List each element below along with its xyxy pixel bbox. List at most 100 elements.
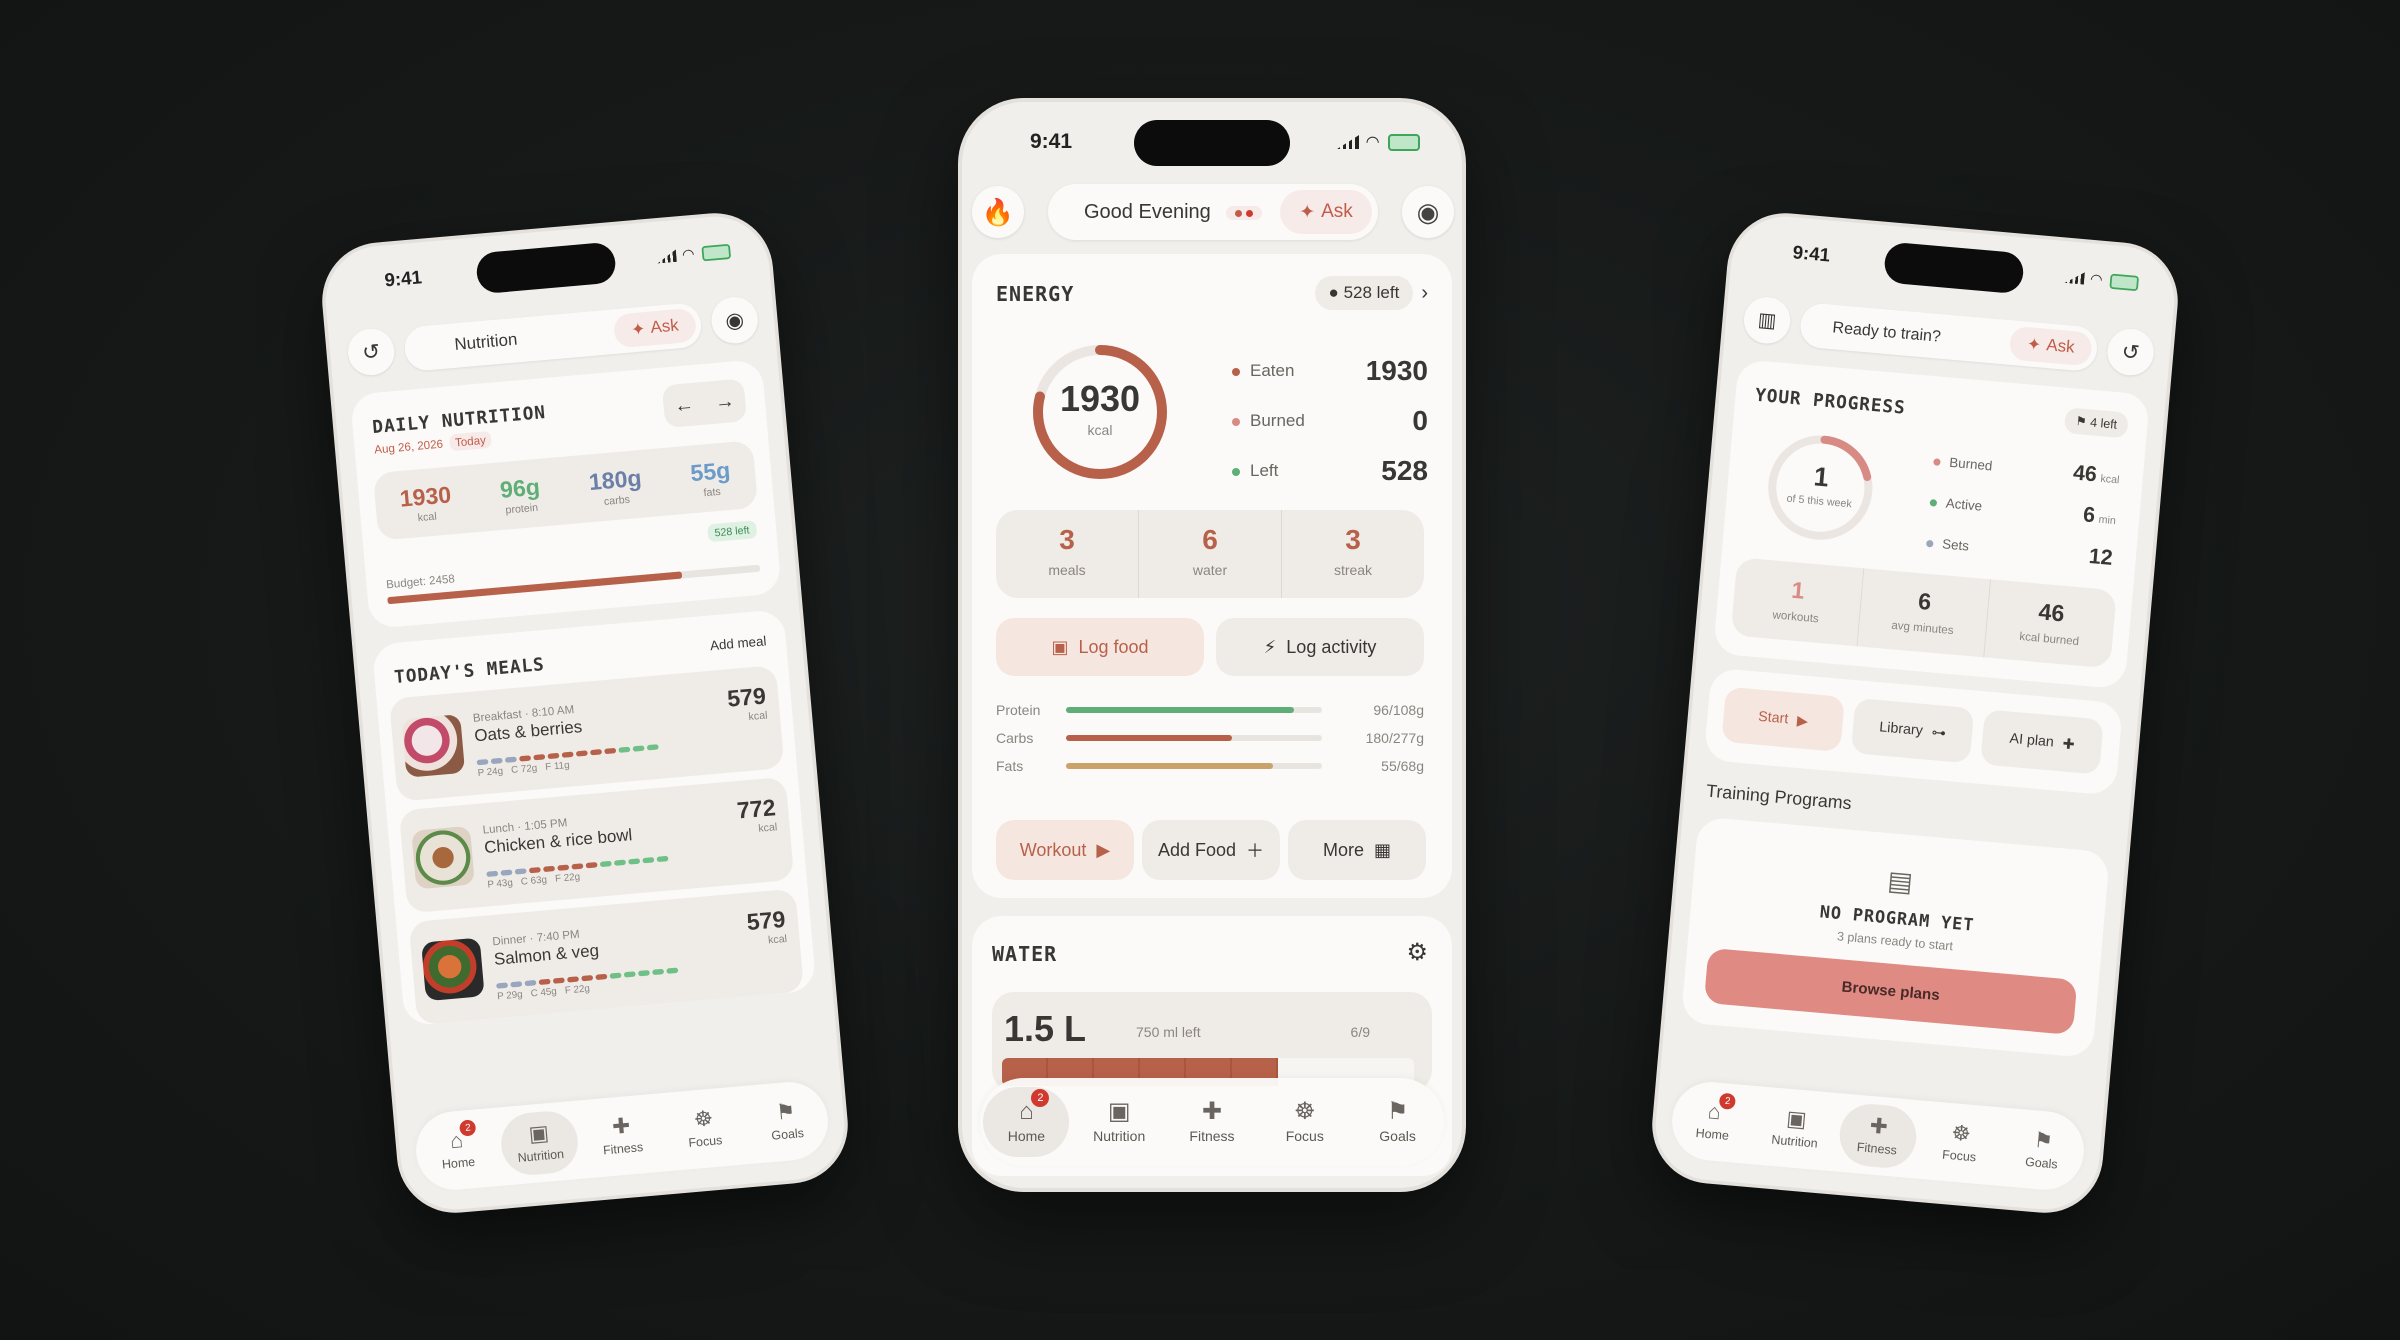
plus-icon: ＋ [1246,841,1265,861]
greeting: Good Evening [1084,201,1211,223]
status-dots [1226,206,1262,220]
workout-button[interactable]: Workout ▶ [996,820,1134,880]
nav-nutrition[interactable]: ▣ Nutrition [1755,1094,1837,1163]
header-pill: Good Evening ✦ Ask [1048,184,1378,240]
meal-kcal-unit: kcal [767,932,788,947]
dynamic-island [1882,241,2025,295]
nav-goals[interactable]: ⚑ Goals [746,1087,828,1156]
nutrition-icon: ▣ [527,1120,551,1147]
next-day-arrow-icon[interactable]: → [714,389,736,414]
gear-icon[interactable]: ⚙ [1406,938,1428,967]
nav-nutrition[interactable]: ▣ Nutrition [1076,1087,1162,1157]
history-icon: ↺ [2120,339,2141,365]
more-button[interactable]: More ▦ [1288,820,1426,880]
water-amount: 1.5 L [1004,1008,1087,1049]
header-title: Ready to train? [1831,318,1942,346]
programs-card: ▤ NO PROGRAM YET 3 plans ready to start … [1680,816,2111,1059]
stat-avg-minutes: 6 avg minutes [1857,568,1992,658]
header-pill: Nutrition ✦ Ask [402,301,704,373]
energy-stats: 3 meals 6 water 3 streak [996,510,1424,598]
nav-home[interactable]: 2 ⌂ Home [417,1116,499,1185]
date-nav: ← → [661,378,748,429]
add-meal-link[interactable]: Add meal [709,634,767,654]
progress-card: YOUR PROGRESS ⚑ 4 left 1 of 5 this week … [1712,358,2151,690]
library-button[interactable]: Library ⊶ [1850,697,1975,764]
battery-icon [2109,273,2140,291]
header-pill: Ready to train? ✦ Ask [1798,302,2099,373]
flag-icon: ⚑ [1386,1098,1409,1125]
aperture-icon: ◉ [724,307,746,333]
meditation-icon: ☸ [1950,1120,1972,1147]
burned-row: Burned 0 [1232,396,1428,446]
nav-focus[interactable]: ☸ Focus [1919,1109,2001,1178]
nav-fitness[interactable]: ✚ Fitness [581,1102,663,1171]
chicken-rice-photo [411,825,475,890]
battery-icon [701,243,732,261]
ask-button[interactable]: ✦ Ask [1280,190,1372,234]
meal-item[interactable]: Dinner · 7:40 PM Salmon & veg P 29g C 45… [408,888,805,1026]
daily-nutrition-card: DAILY NUTRITION Aug 26, 2026 Today ← → 19… [349,358,782,630]
battery-icon [1388,133,1420,151]
status-icons: ◠ [2064,268,2140,292]
play-icon: ▶ [1796,713,1809,730]
bar-chart-icon: ▥ [1756,308,1778,332]
log-activity-button[interactable]: ⚡ Log activity [1216,618,1424,676]
stat-streak: 3 streak [1333,524,1373,578]
nav-focus[interactable]: ☸ Focus [663,1094,745,1163]
flag-icon: ⚑ [775,1099,797,1126]
bottom-nav: 2 ⌂ Home ▣ Nutrition ✚ Fitness ☸ Focus ⚑ Goals [1668,1078,2088,1193]
left-badge[interactable]: ● 528 left › [1314,276,1428,310]
ai-plan-button[interactable]: AI plan ✚ [1980,709,2104,775]
stats-button[interactable]: ▥ [1742,295,1793,346]
stat-fats: 55g fats [689,456,732,499]
sparkle-icon: ✦ [2026,334,2042,355]
dynamic-island [1134,120,1290,166]
sparkle-icon: ✦ [1299,201,1316,223]
nav-fitness[interactable]: ✚ Fitness [1837,1101,1919,1171]
bottom-nav: 2 ⌂ Home ▣ Nutrition ✚ Fitness ☸ Focus ⚑ Goals [980,1078,1444,1166]
ask-button[interactable]: ✦ Ask [2008,325,2093,367]
bottom-nav: 2 ⌂ Home ▣ Nutrition ✚ Fitness ☸ Focus ⚑ Goals [412,1078,832,1193]
prev-day-arrow-icon[interactable]: ← [673,393,695,418]
dumbbell-icon: ⊶ [1930,725,1947,742]
dumbbell-icon: ✚ [611,1113,632,1140]
timer-icon: ● [1328,283,1339,302]
notification-badge: 2 [1719,1092,1737,1111]
nav-fitness[interactable]: ✚ Fitness [1169,1087,1255,1157]
stat-kcal-burned: 46 kcal burned [2018,597,2080,648]
home-icon: ⌂ [1019,1098,1034,1125]
stat-carbs: 180g carbs [587,463,643,508]
home-phone: 9:41 ◠ 🔥 Good Evening ✦ Ask ◉ ENERGY ● 52… [962,102,1462,1188]
status-icons: ◠ [656,242,732,266]
log-food-button[interactable]: ▣ Log food [996,618,1204,676]
browse-plans-button[interactable]: Browse plans [1703,947,2078,1036]
eaten-row: Eaten 1930 [1232,346,1428,396]
profile-button[interactable]: ◉ [1402,186,1454,238]
water-title: WATER [992,942,1058,966]
lightning-icon: ⚡ [1263,636,1277,657]
history-icon: ↺ [361,339,382,365]
energy-card: ENERGY ● 528 left › 1930 kcal Eaten 1930 B… [972,254,1452,878]
meal-kcal-unit: kcal [757,820,778,835]
start-button[interactable]: Start ▶ [1721,686,1845,753]
signal-icon [1337,135,1360,149]
history-button[interactable]: ↺ [346,326,397,378]
nav-goals[interactable]: ⚑ Goals [1355,1087,1441,1157]
nutrition-phone: 9:41 ◠ ↺ Nutrition ✦ Ask ◉ DAILY NUTRITIO… [321,212,849,1214]
oats-berries-photo [401,714,466,778]
wifi-icon: ◠ [2089,271,2105,289]
nav-goals[interactable]: ⚑ Goals [2002,1116,2084,1185]
dynamic-island [475,241,618,295]
settings-button[interactable]: ◉ [709,295,760,346]
nav-nutrition[interactable]: ▣ Nutrition [498,1108,581,1178]
nav-home[interactable]: 2 ⌂ Home [983,1087,1070,1157]
programs-title: Training Programs [1705,781,1853,814]
notification-badge: 2 [459,1119,477,1137]
nav-home[interactable]: 2 ⌂ Home [1673,1087,1755,1156]
ask-button[interactable]: ✦ Ask [612,307,698,349]
carbs-bar-fill [1066,735,1233,741]
history-button[interactable]: ↺ [2105,327,2156,378]
streak-button[interactable]: 🔥 [972,186,1024,238]
add-food-button[interactable]: Add Food ＋ [1142,820,1280,880]
nav-focus[interactable]: ☸ Focus [1262,1087,1348,1157]
